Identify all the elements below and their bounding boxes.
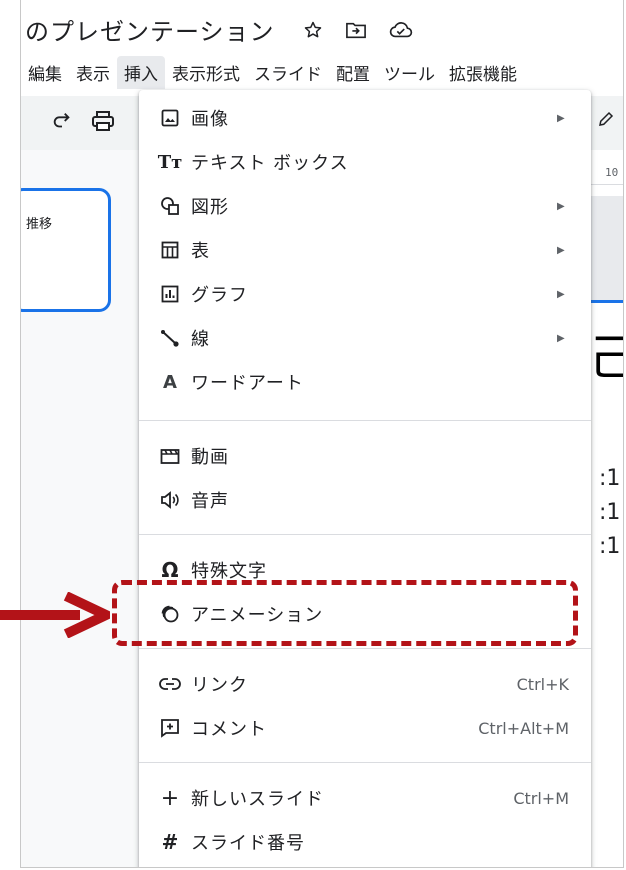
link-icon xyxy=(159,673,181,695)
audio-icon xyxy=(159,489,181,511)
highlight-box xyxy=(112,580,578,646)
submenu-arrow-icon: ▶ xyxy=(557,200,565,212)
menu-format[interactable]: 表示形式 xyxy=(165,56,247,89)
comment-icon xyxy=(159,717,181,739)
menu-item-link[interactable]: リンク Ctrl+K xyxy=(139,664,591,704)
menu-arrange[interactable]: 配置 xyxy=(329,56,377,89)
menu-divider xyxy=(139,648,591,649)
menu-item-label: 線 xyxy=(191,329,210,350)
menu-item-label: 音声 xyxy=(191,491,229,512)
menu-item-table[interactable]: 表 ▶ xyxy=(139,230,591,270)
menu-item-video[interactable]: 動画 xyxy=(139,436,591,476)
menu-item-shape[interactable]: 図形 ▶ xyxy=(139,186,591,226)
submenu-arrow-icon: ▶ xyxy=(557,112,565,124)
star-icon[interactable] xyxy=(303,20,323,40)
menu-item-new-slide[interactable]: + 新しいスライド Ctrl+M xyxy=(139,778,591,818)
menu-item-label: 図形 xyxy=(191,197,229,218)
word-art-icon: A xyxy=(163,371,177,393)
menu-divider xyxy=(139,420,591,421)
menu-item-line[interactable]: 線 ▶ xyxy=(139,318,591,358)
text-box-icon: Tт xyxy=(157,151,183,173)
menu-divider xyxy=(139,534,591,535)
menu-item-label: グラフ xyxy=(191,285,248,306)
menu-item-comment[interactable]: コメント Ctrl+Alt+M xyxy=(139,708,591,748)
slide-body-line: :1 xyxy=(599,500,621,525)
menu-slide[interactable]: スライド xyxy=(247,56,329,89)
special-chars-icon: Ω xyxy=(161,558,179,582)
menu-tools[interactable]: ツール xyxy=(377,56,442,89)
cloud-saved-icon[interactable] xyxy=(389,20,413,40)
menu-item-text-box[interactable]: Tт テキスト ボックス xyxy=(139,142,591,182)
app-frame: のプレゼンテーション 編集 表示 挿入 表示形式 スライド 配置 ツール 拡張機… xyxy=(20,0,624,868)
menu-item-label: コメント xyxy=(191,719,267,740)
shortcut-label: Ctrl+M xyxy=(513,788,569,808)
slide-panel: 推移 xyxy=(21,150,139,867)
annotation-arrow-icon xyxy=(0,591,118,642)
menu-insert[interactable]: 挿入 xyxy=(117,55,165,89)
slide-body-line: :1 xyxy=(599,466,621,491)
title-icons xyxy=(303,20,413,40)
video-icon xyxy=(159,445,181,467)
move-to-folder-icon[interactable] xyxy=(345,20,367,40)
pen-icon[interactable] xyxy=(597,110,615,132)
menu-edit[interactable]: 編集 xyxy=(21,56,69,89)
hash-icon: # xyxy=(161,830,179,854)
document-title[interactable]: のプレゼンテーション xyxy=(25,12,275,47)
menu-item-slide-number[interactable]: # スライド番号 xyxy=(139,822,591,862)
menu-item-chart[interactable]: グラフ ▶ xyxy=(139,274,591,314)
redo-icon[interactable] xyxy=(51,110,73,136)
slide-body-fragment: :1 :1 :1 xyxy=(599,462,620,564)
image-icon xyxy=(159,107,181,129)
slide-thumbnail-text: 推移 xyxy=(26,217,53,232)
menu-bar: 編集 表示 挿入 表示形式 スライド 配置 ツール 拡張機能 xyxy=(21,54,524,90)
menu-item-label: スライド番号 xyxy=(191,833,305,854)
menu-item-label: ワードアート xyxy=(191,373,304,394)
menu-item-label: 表 xyxy=(191,241,210,262)
plus-icon: + xyxy=(160,785,180,811)
menu-view[interactable]: 表示 xyxy=(69,56,117,89)
print-icon[interactable] xyxy=(91,110,115,136)
chart-icon xyxy=(159,283,181,305)
menu-item-label: 画像 xyxy=(191,109,229,130)
menu-item-label: テキスト ボックス xyxy=(191,153,349,174)
submenu-arrow-icon: ▶ xyxy=(557,332,565,344)
submenu-arrow-icon: ▶ xyxy=(557,288,565,300)
menu-extensions[interactable]: 拡張機能 xyxy=(442,56,524,89)
slide-thumbnail[interactable]: 推移 xyxy=(21,188,111,312)
menu-item-label: リンク xyxy=(191,675,248,696)
table-icon xyxy=(159,239,181,261)
submenu-arrow-icon: ▶ xyxy=(557,244,565,256)
menu-item-audio[interactable]: 音声 xyxy=(139,480,591,520)
menu-item-label: 動画 xyxy=(191,447,229,468)
slide-body-line: :1 xyxy=(599,534,621,559)
shortcut-label: Ctrl+Alt+M xyxy=(478,718,569,738)
menu-divider xyxy=(139,762,591,763)
menu-item-label: 新しいスライド xyxy=(191,789,324,810)
ruler-tick: 10 xyxy=(605,166,619,179)
slide-heading-fragment: 己 xyxy=(589,318,623,388)
shapes-icon xyxy=(159,195,181,217)
menu-item-word-art[interactable]: A ワードアート xyxy=(139,362,591,402)
insert-menu: 画像 ▶ Tт テキスト ボックス 図形 ▶ 表 ▶ グラフ ▶ 線 ▶ A ワ… xyxy=(139,90,591,867)
menu-item-image[interactable]: 画像 ▶ xyxy=(139,98,591,138)
shortcut-label: Ctrl+K xyxy=(516,674,569,694)
line-icon xyxy=(159,327,181,349)
